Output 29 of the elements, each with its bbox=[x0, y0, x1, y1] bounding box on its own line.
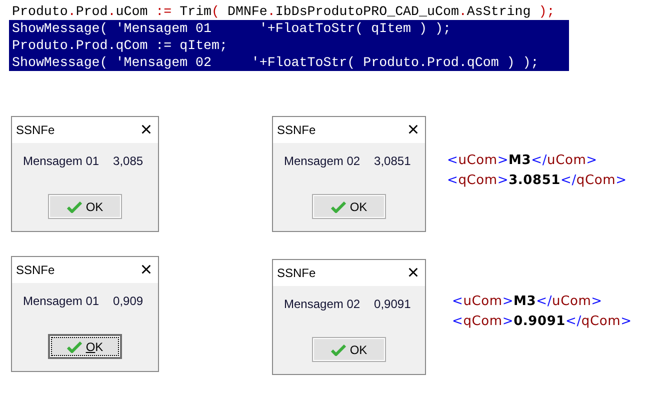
xml-line: <qCom>3.0851</qCom> bbox=[447, 172, 628, 190]
message-label: Mensagem 02 bbox=[284, 297, 360, 313]
dialog-title: SSNFe bbox=[277, 123, 316, 137]
check-icon bbox=[330, 344, 346, 356]
message-value: 0,9091 bbox=[374, 297, 411, 313]
close-icon[interactable]: × bbox=[407, 120, 419, 140]
message-label: Mensagem 02 bbox=[284, 154, 360, 170]
check-icon bbox=[330, 200, 346, 212]
dialog-title: SSNFe bbox=[16, 263, 55, 277]
message-value: 3,085 bbox=[113, 154, 144, 170]
dialog-title: SSNFe bbox=[16, 123, 55, 137]
message-value: 0,909 bbox=[113, 294, 144, 310]
ok-button[interactable]: OK bbox=[312, 337, 386, 362]
xml-line: <uCom>M3</uCom> bbox=[447, 152, 598, 170]
xml-line: <uCom>M3</uCom> bbox=[452, 293, 604, 311]
ok-button[interactable]: OK bbox=[48, 334, 122, 359]
check-icon bbox=[66, 340, 82, 352]
message-label: Mensagem 01 bbox=[23, 294, 100, 310]
ok-button[interactable]: OK bbox=[48, 194, 122, 219]
ok-button[interactable]: OK bbox=[312, 194, 386, 219]
close-icon[interactable]: × bbox=[140, 120, 152, 140]
xml-line: <qCom>0.9091</qCom> bbox=[452, 313, 633, 331]
check-icon bbox=[66, 200, 82, 212]
message-value: 3,0851 bbox=[374, 154, 411, 170]
dialog-title: SSNFe bbox=[277, 266, 316, 280]
code-line: Produto.Prod.uCom := Trim( DMNFe.IbDsProdutoPRO_CAD_uCom.AsString ); bbox=[11, 3, 556, 20]
close-icon[interactable]: × bbox=[140, 260, 152, 280]
message-label: Mensagem 01 bbox=[23, 154, 100, 170]
close-icon[interactable]: × bbox=[407, 263, 419, 283]
